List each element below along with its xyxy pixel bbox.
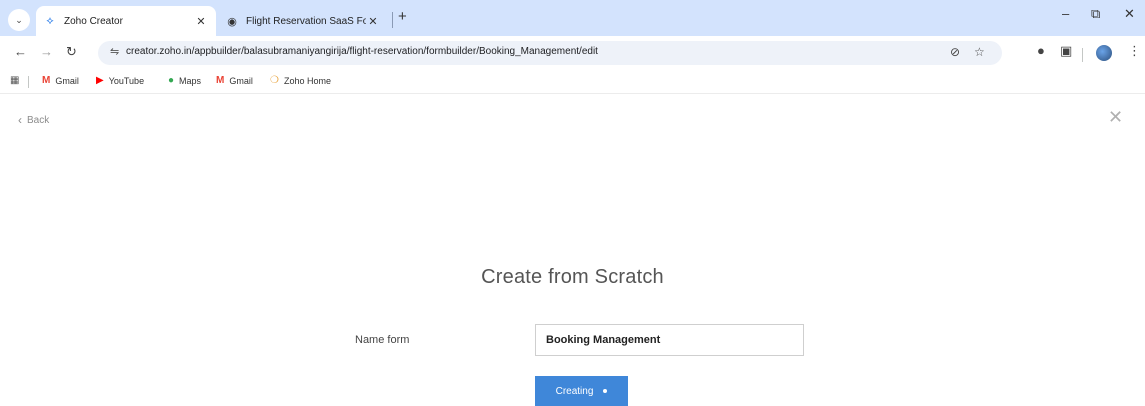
extensions-puzzle-icon[interactable]: ▣ (1060, 43, 1072, 59)
back-link[interactable]: ‹ Back (18, 113, 49, 127)
bookmark-gmail[interactable]: M Gmail (42, 75, 79, 86)
page-title: Create from Scratch (481, 266, 664, 288)
back-arrow-icon[interactable]: ← (14, 44, 27, 59)
bookmark-label: Gmail (55, 75, 79, 86)
minimize-icon[interactable]: – (1062, 6, 1069, 21)
flight-reservation-favicon-icon: ◉ (227, 15, 237, 28)
tab-close-icon[interactable]: ✕ (366, 15, 380, 28)
form-name-input[interactable] (535, 324, 804, 356)
bookmark-zoho-home[interactable]: ❍ Zoho Home (270, 75, 331, 86)
bookmark-star-icon[interactable]: ☆ (974, 45, 985, 59)
new-tab-plus-icon[interactable]: + (398, 8, 407, 25)
tab-zoho-creator[interactable]: ⟡ Zoho Creator ✕ (36, 6, 216, 36)
gmail-icon: M (216, 75, 225, 86)
close-window-icon[interactable]: ✕ (1124, 6, 1135, 22)
forward-arrow-icon[interactable]: → (40, 44, 53, 59)
extension-circle-icon[interactable]: ● (1037, 43, 1045, 58)
tab-flight-reservation[interactable]: ◉ Flight Reservation SaaS Forms ✕ (218, 6, 388, 36)
apps-grid-icon[interactable]: ▦ (10, 75, 24, 86)
toolbar-separator (1082, 48, 1083, 62)
chevron-left-icon: ‹ (18, 113, 22, 127)
loading-dot-icon (603, 389, 608, 393)
tab-search-chevron-icon[interactable]: ⌄ (8, 9, 30, 31)
tab-title: Zoho Creator (64, 15, 123, 27)
zoho-creator-favicon-icon: ⟡ (46, 14, 54, 27)
bookmark-maps[interactable]: ● Maps (168, 75, 201, 86)
restore-window-icon[interactable]: ⧉ (1091, 6, 1100, 22)
eye-off-icon[interactable]: ⊘ (950, 45, 960, 59)
creating-button-label: Creating (555, 385, 594, 397)
bookmark-gmail-2[interactable]: M Gmail (216, 75, 253, 86)
address-url: creator.zoho.in/appbuilder/balasubramani… (126, 46, 598, 57)
profile-avatar[interactable] (1096, 45, 1112, 61)
address-bar[interactable]: ⇋ creator.zoho.in/appbuilder/balasubrama… (98, 41, 1002, 65)
reload-icon[interactable]: ↻ (66, 44, 77, 60)
gmail-icon: M (42, 75, 51, 86)
zoho-icon: ❍ (270, 75, 279, 86)
tab-close-icon[interactable]: ✕ (194, 15, 208, 28)
tab-separator (392, 12, 393, 28)
bookmarks-separator (28, 76, 29, 88)
form-name-label: Name form (355, 334, 410, 346)
site-info-tune-icon[interactable]: ⇋ (110, 45, 119, 58)
menu-kebab-icon[interactable]: ⋮ (1128, 43, 1141, 59)
bookmark-label: Zoho Home (283, 75, 331, 86)
close-icon[interactable]: ✕ (1108, 107, 1123, 128)
bookmark-label: YouTube (108, 75, 145, 86)
browser-toolbar: ← → ↻ ⇋ creator.zoho.in/appbuilder/balas… (0, 36, 1145, 70)
bookmarks-bar: ▦ M Gmail ▶ YouTube ● Maps M Gmail ❍ Zoh… (0, 70, 1145, 94)
bookmark-label: Maps (179, 75, 202, 86)
browser-tab-strip: ⌄ ⟡ Zoho Creator ✕ ◉ Flight Reservation … (0, 0, 1145, 36)
maps-icon: ● (168, 75, 175, 86)
tab-title: Flight Reservation SaaS Forms (246, 15, 366, 27)
bookmark-youtube[interactable]: ▶ YouTube (96, 75, 144, 86)
creating-button[interactable]: Creating (535, 376, 628, 406)
back-label: Back (27, 114, 50, 126)
bookmark-label: Gmail (229, 75, 253, 86)
youtube-icon: ▶ (96, 75, 104, 86)
